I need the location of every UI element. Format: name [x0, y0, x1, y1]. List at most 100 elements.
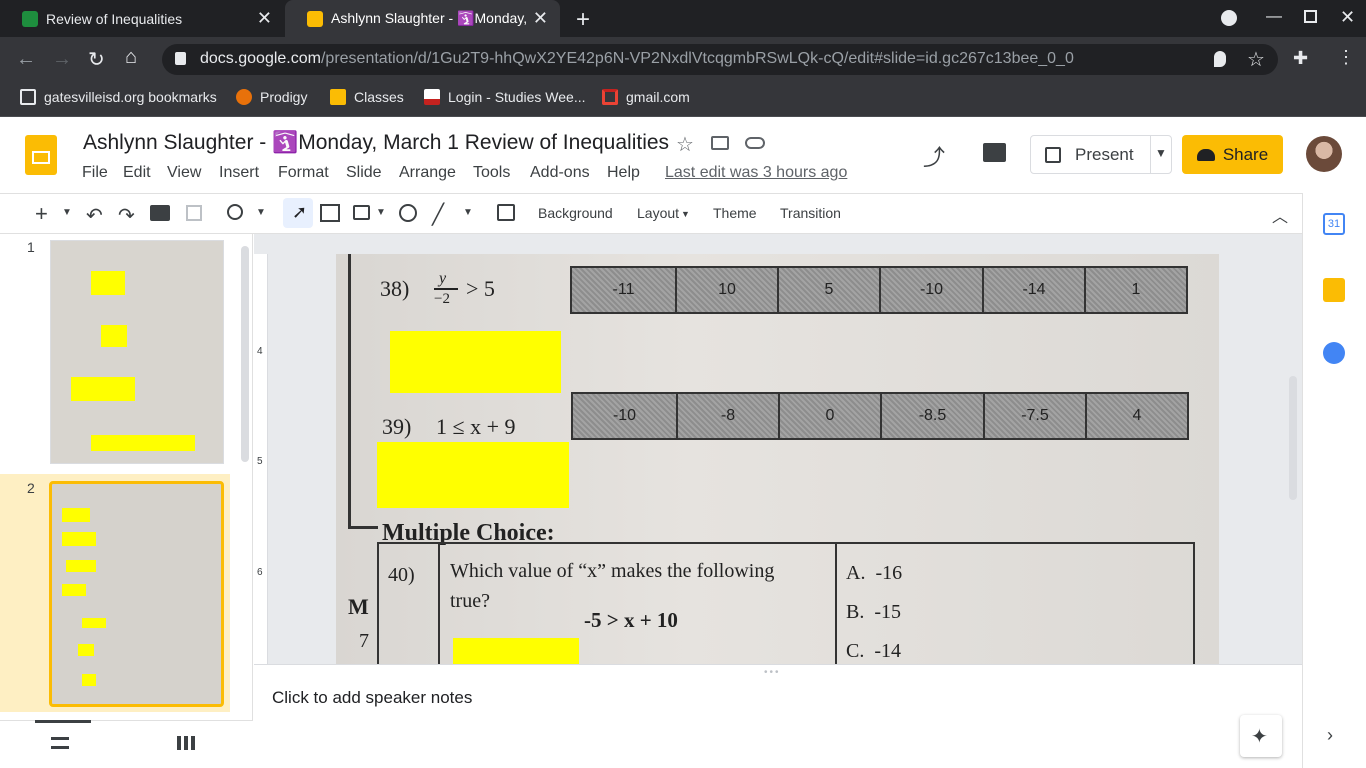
- new-slide-dropdown-icon[interactable]: ▼: [62, 207, 72, 218]
- new-slide-icon[interactable]: +: [35, 201, 48, 227]
- menu-arrange[interactable]: Arrange: [399, 164, 456, 182]
- reload-icon[interactable]: ↻: [88, 47, 105, 72]
- speaker-notes-placeholder[interactable]: Click to add speaker notes: [272, 688, 472, 708]
- answer-cell: -7.5: [983, 392, 1087, 440]
- background-button[interactable]: Background: [538, 205, 613, 221]
- bookmark-star-icon[interactable]: ☆: [1247, 47, 1265, 72]
- gmail-icon: [602, 89, 618, 105]
- answer-cell: 10: [675, 266, 779, 314]
- classroom-icon: [330, 89, 346, 105]
- line-dropdown-icon[interactable]: ▼: [463, 207, 473, 218]
- zoom-dropdown-icon[interactable]: ▼: [256, 207, 266, 218]
- window-close-icon[interactable]: ✕: [1340, 7, 1355, 28]
- fraction-numerator: y: [439, 270, 447, 287]
- close-tab-icon[interactable]: ✕: [533, 9, 548, 27]
- bookmark-gmail[interactable]: gmail.com: [602, 89, 690, 105]
- menu-format[interactable]: Format: [278, 164, 329, 182]
- bookmark-prodigy[interactable]: Prodigy: [236, 89, 307, 105]
- answer-highlight-box[interactable]: [453, 638, 579, 664]
- menu-insert[interactable]: Insert: [219, 164, 259, 182]
- close-tab-icon[interactable]: ✕: [257, 9, 272, 27]
- calendar-icon[interactable]: 31: [1323, 213, 1345, 235]
- worksheet-photo[interactable]: 38) y −2 > 5 -11 10 5 -10 -14 1 39) 1 ≤ …: [336, 254, 1219, 664]
- lock-icon[interactable]: [175, 52, 186, 65]
- question-40-expression: -5 > x + 10: [584, 608, 678, 632]
- transition-button[interactable]: Transition: [780, 205, 841, 221]
- paint-format-icon[interactable]: [186, 205, 202, 221]
- slide-thumbnail-1[interactable]: [50, 240, 224, 464]
- expand-panel-icon[interactable]: ›: [1327, 725, 1333, 746]
- document-title[interactable]: Ashlynn Slaughter - 🛐Monday, March 1 Rev…: [83, 131, 669, 155]
- browser-tab-slides[interactable]: Ashlynn Slaughter - 🛐Monday, M ✕: [285, 0, 560, 37]
- layout-dropdown-icon[interactable]: ▼: [681, 209, 690, 219]
- slides-logo-icon[interactable]: [25, 135, 57, 175]
- collapse-toolbar-icon[interactable]: ︿: [1272, 203, 1288, 227]
- shape-icon[interactable]: [399, 204, 417, 222]
- browser-menu-icon[interactable]: ⋮: [1337, 47, 1355, 68]
- tab-search-icon[interactable]: [1221, 10, 1237, 26]
- bookmark-classes[interactable]: Classes: [330, 89, 404, 105]
- comment-add-icon[interactable]: [497, 204, 515, 221]
- menu-file[interactable]: File: [82, 164, 108, 182]
- slide-thumbnail-2[interactable]: [49, 481, 224, 707]
- question-39-number: 39): [382, 414, 412, 439]
- zoom-icon[interactable]: [227, 204, 243, 220]
- activity-trend-icon[interactable]: ⤴: [923, 140, 945, 172]
- bookmark-label: Classes: [354, 89, 404, 105]
- avatar[interactable]: [1306, 136, 1342, 172]
- bookmark-login[interactable]: Login - Studies Wee...: [424, 89, 585, 105]
- layout-button[interactable]: Layout: [637, 205, 679, 221]
- print-icon[interactable]: [150, 205, 170, 221]
- canvas-scrollbar[interactable]: [1289, 376, 1297, 500]
- present-button[interactable]: Present ▼: [1030, 135, 1172, 174]
- menu-view[interactable]: View: [167, 164, 201, 182]
- share-button[interactable]: Share: [1182, 135, 1283, 174]
- menu-addons[interactable]: Add-ons: [530, 164, 590, 182]
- star-icon[interactable]: ☆: [676, 132, 694, 157]
- explore-button[interactable]: ✦: [1240, 715, 1282, 757]
- image-icon[interactable]: [353, 205, 370, 220]
- image-dropdown-icon[interactable]: ▼: [376, 207, 386, 218]
- answer-cell: -8.5: [880, 392, 985, 440]
- menu-slide[interactable]: Slide: [346, 164, 382, 182]
- line-icon[interactable]: ╱: [432, 202, 444, 227]
- answer-cell: -10: [879, 266, 984, 314]
- restore-icon[interactable]: [1304, 10, 1317, 23]
- answer-highlight-box[interactable]: [377, 442, 569, 508]
- new-tab-icon[interactable]: +: [576, 6, 590, 34]
- filmstrip-scrollbar[interactable]: [241, 246, 249, 462]
- move-folder-icon[interactable]: [711, 136, 729, 150]
- choice-a: A. -16: [846, 562, 903, 584]
- back-icon[interactable]: ←: [16, 48, 36, 71]
- margin-letter: M: [348, 594, 369, 619]
- select-tool-button[interactable]: ➚: [283, 198, 313, 228]
- keep-icon[interactable]: [1323, 278, 1345, 302]
- minimize-icon[interactable]: —: [1266, 8, 1282, 26]
- location-icon[interactable]: [1214, 51, 1226, 67]
- forward-icon[interactable]: →: [52, 48, 72, 71]
- theme-button[interactable]: Theme: [713, 205, 757, 221]
- cloud-status-icon[interactable]: [745, 137, 765, 149]
- menu-edit[interactable]: Edit: [123, 164, 151, 182]
- comments-icon[interactable]: [983, 143, 1006, 162]
- menu-tools[interactable]: Tools: [473, 164, 510, 182]
- last-edit-link[interactable]: Last edit was 3 hours ago: [665, 164, 847, 182]
- tasks-icon[interactable]: [1323, 342, 1345, 364]
- inequality-39: 1 ≤ x + 9: [436, 414, 516, 439]
- bookmark-label: Login - Studies Wee...: [448, 89, 586, 105]
- bookmark-folder[interactable]: gatesvilleisd.org bookmarks: [20, 89, 217, 105]
- text-box-icon[interactable]: [320, 204, 340, 222]
- redo-icon[interactable]: ↷: [118, 203, 135, 228]
- notes-resize-handle[interactable]: •••: [764, 667, 781, 678]
- present-dropdown-icon[interactable]: ▼: [1155, 146, 1167, 160]
- undo-icon[interactable]: ↶: [86, 203, 103, 228]
- answer-highlight-box[interactable]: [390, 331, 561, 393]
- extensions-icon[interactable]: ✚: [1293, 48, 1308, 69]
- browser-tab-review[interactable]: Review of Inequalities ✕: [0, 0, 284, 37]
- home-icon[interactable]: ⌂: [125, 46, 137, 69]
- slide-number: 2: [27, 480, 35, 496]
- menu-help[interactable]: Help: [607, 164, 640, 182]
- speaker-notes[interactable]: ••• Click to add speaker notes: [254, 664, 1302, 768]
- grid-view-icon[interactable]: [177, 736, 195, 750]
- filmstrip-view-icon[interactable]: [51, 737, 69, 749]
